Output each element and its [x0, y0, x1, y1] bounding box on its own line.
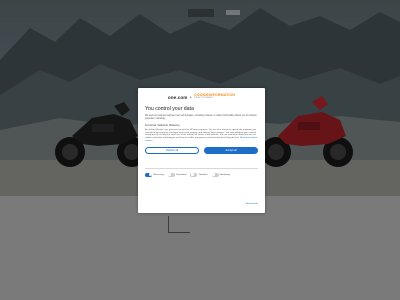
toggle-necessary[interactable]: Necessary [145, 173, 164, 177]
purpose-item: Marketing [168, 123, 180, 127]
cookieinformation-tagline: PRIVACY BY DEFAULT [194, 96, 214, 99]
details-text: By clicking 'Accept', you give your cons… [145, 129, 258, 143]
purposes-list: Functional, Statistical, Marketing [145, 123, 180, 127]
brand-logo: one.com + COOKIEINFORMATION PRIVACY BY D… [145, 93, 258, 101]
marketing-switch[interactable] [211, 173, 219, 177]
dialog-title: You control your data [145, 106, 194, 112]
plus-sign: + [189, 94, 193, 100]
dialog-divider [145, 167, 258, 169]
decline-all-button[interactable]: Decline all [145, 146, 199, 154]
switch-knob [212, 173, 215, 177]
purpose-item: Statistical [157, 123, 168, 127]
action-buttons: Decline all Accept all [145, 146, 258, 154]
show-details-link[interactable]: Show details [246, 203, 258, 205]
switch-knob [190, 173, 194, 177]
consent-toggles: Necessary Functional Statistics Marketin… [145, 173, 258, 177]
necessary-switch[interactable] [145, 173, 152, 177]
purpose-item: Functional [145, 123, 157, 127]
switch-knob [168, 173, 172, 177]
onecom-logo: one.com [167, 94, 188, 100]
toggle-functional[interactable]: Functional [167, 173, 187, 177]
switch-knob [148, 173, 152, 177]
toggle-label: Necessary [153, 173, 164, 176]
intro-text: We and our business partners use technol… [145, 115, 257, 120]
statistics-switch[interactable] [190, 173, 198, 177]
toggle-marketing[interactable]: Marketing [211, 173, 230, 177]
toggle-label: Functional [176, 173, 187, 176]
accept-all-button[interactable]: Accept all [204, 146, 258, 154]
cookie-consent-dialog: one.com + COOKIEINFORMATION PRIVACY BY D… [138, 88, 265, 213]
cookieinformation-logo: COOKIEINFORMATION PRIVACY BY DEFAULT [194, 94, 235, 99]
toggle-label: Statistics [198, 173, 208, 176]
toggle-statistics[interactable]: Statistics [190, 173, 208, 177]
functional-switch[interactable] [167, 173, 175, 177]
toggle-label: Marketing [220, 173, 230, 176]
